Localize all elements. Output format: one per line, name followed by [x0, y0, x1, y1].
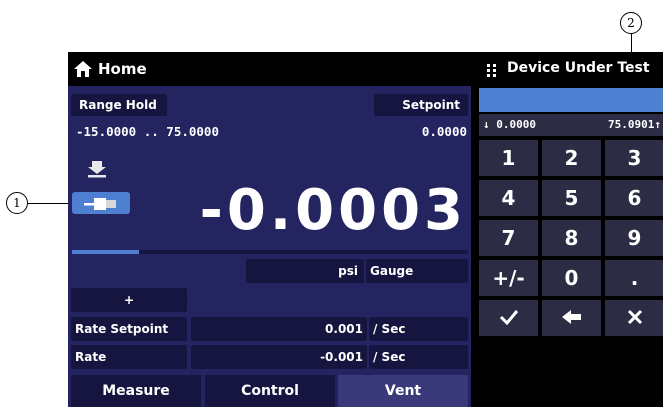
key-2-label: 2 [564, 146, 579, 170]
key-decimal[interactable]: . [605, 260, 663, 296]
panel-title: Device Under Test [507, 60, 650, 76]
tab-vent[interactable]: Vent [338, 375, 468, 407]
key-4-label: 4 [501, 186, 516, 210]
backspace-button[interactable] [542, 300, 601, 336]
tab-control[interactable]: Control [205, 375, 335, 407]
setpoint-value: 0.0000 [421, 124, 467, 139]
rate-increment-label: + [123, 293, 135, 307]
connector-button[interactable] [72, 192, 130, 214]
cancel-button[interactable] [605, 300, 663, 336]
key-6-label: 6 [627, 186, 642, 210]
key-plus-minus[interactable]: +/- [479, 260, 538, 296]
key-7[interactable]: 7 [479, 220, 538, 256]
home-title: Home [98, 60, 147, 78]
arrow-down-icon[interactable] [86, 160, 108, 182]
key-3[interactable]: 3 [605, 140, 663, 176]
plug-icon [84, 196, 118, 215]
setpoint-button[interactable]: Setpoint [374, 94, 468, 116]
keypad-range-high: 75.0901↑ [608, 118, 661, 131]
grid-icon[interactable] [485, 62, 499, 81]
key-5-label: 5 [564, 186, 579, 210]
unit-label: psi [338, 264, 358, 278]
mode-label: Gauge [370, 264, 414, 278]
home-panel: Home Range Hold Setpoint -15.0000 .. 75.… [68, 52, 471, 407]
checkmark-icon [499, 306, 519, 330]
rate-label-field: Rate [71, 345, 187, 369]
device-screen: Home Range Hold Setpoint -15.0000 .. 75.… [68, 52, 663, 407]
reading-bar-track [72, 250, 468, 254]
callout-1-leader [28, 203, 72, 204]
rate-increment-button[interactable]: + [71, 288, 187, 312]
tab-control-label: Control [241, 383, 299, 399]
rate-unit-field: / Sec [369, 345, 468, 369]
close-icon [627, 306, 643, 330]
key-2[interactable]: 2 [542, 140, 601, 176]
setpoint-label: Setpoint [402, 98, 460, 112]
key-6[interactable]: 6 [605, 180, 663, 216]
keypad-range-bar: ↓ 0.0000 75.0901↑ [479, 114, 663, 136]
tab-measure[interactable]: Measure [71, 375, 201, 407]
key-1[interactable]: 1 [479, 140, 538, 176]
rate-setpoint-label-field: Rate Setpoint [71, 317, 187, 341]
home-icon[interactable] [73, 60, 93, 82]
key-9-label: 9 [627, 226, 642, 250]
key-0[interactable]: 0 [542, 260, 601, 296]
key-1-label: 1 [501, 146, 516, 170]
tab-vent-label: Vent [384, 383, 422, 399]
rate-value-field: -0.001 [191, 345, 367, 369]
rate-setpoint-value-field[interactable]: 0.001 [191, 317, 367, 341]
key-plus-minus-label: +/- [492, 266, 525, 290]
enter-button[interactable] [479, 300, 538, 336]
key-3-label: 3 [627, 146, 642, 170]
device-under-test-panel: Device Under Test ↓ 0.0000 75.0901↑ 1 2 … [477, 52, 663, 407]
key-7-label: 7 [501, 226, 516, 250]
key-decimal-label: . [630, 266, 639, 290]
tab-measure-label: Measure [102, 383, 170, 399]
range-hold-label: Range Hold [79, 98, 157, 112]
rate-setpoint-value: 0.001 [325, 322, 363, 336]
key-0-label: 0 [564, 266, 579, 290]
reading-bar-fill [72, 250, 140, 254]
rate-setpoint-unit: / Sec [373, 322, 406, 336]
rate-value: -0.001 [320, 350, 363, 364]
rate-setpoint-label: Rate Setpoint [75, 322, 169, 336]
rate-setpoint-unit-field: / Sec [369, 317, 468, 341]
key-8-label: 8 [564, 226, 579, 250]
arrow-left-icon [561, 306, 582, 330]
range-hold-button[interactable]: Range Hold [71, 94, 167, 116]
key-9[interactable]: 9 [605, 220, 663, 256]
home-title-bar: Home [68, 52, 471, 86]
key-8[interactable]: 8 [542, 220, 601, 256]
callout-2: 2 [620, 12, 642, 34]
keypad-entry-field[interactable] [479, 88, 663, 112]
callout-1: 1 [6, 192, 28, 214]
key-5[interactable]: 5 [542, 180, 601, 216]
rate-unit: / Sec [373, 350, 406, 364]
unit-field[interactable]: psi [246, 259, 364, 283]
keypad-range-low: ↓ 0.0000 [483, 118, 536, 131]
mode-field[interactable]: Gauge [366, 259, 468, 283]
rate-label: Rate [75, 350, 107, 364]
pressure-reading: -0.0003 [199, 178, 467, 243]
key-4[interactable]: 4 [479, 180, 538, 216]
range-value: -15.0000 .. 75.0000 [76, 124, 219, 139]
